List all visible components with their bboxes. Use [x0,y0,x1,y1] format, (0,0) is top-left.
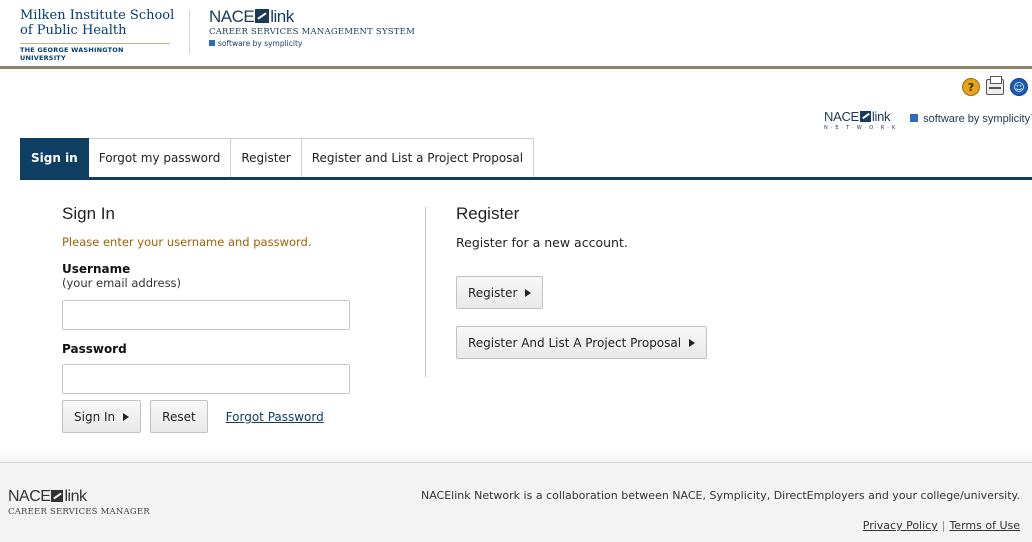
accessibility-icon[interactable]: ☺ [1010,78,1028,96]
tab-underline [20,177,1032,180]
signin-actions: Sign In Reset Forgot Password [62,400,324,433]
username-input[interactable] [62,300,350,330]
site-header: Milken Institute School of Public Health… [0,0,1032,66]
footer-links: Privacy Policy | Terms of Use [863,519,1020,532]
symplicity-byline: software by symplicity™ [910,113,1032,125]
network-subtitle: N·E·T·W·O·R·K [824,125,899,131]
school-name-line1: Milken Institute School [20,8,175,23]
footer-brand: NACE link [8,488,87,505]
register-description: Register for a new account. [456,235,628,250]
username-hint: (your email address) [62,276,182,290]
register-panel: Register Register for a new account. [456,204,856,271]
footer-link-separator: | [941,519,946,532]
nacelink-subtitle: CAREER SERVICES MANAGEMENT SYSTEM [209,27,415,37]
symplicity-square-icon [910,114,919,122]
footer-subtitle: CAREER SERVICES MANAGER [8,507,150,517]
nacelink-mark-icon [255,9,270,23]
footer-mark-icon [51,490,64,502]
signin-instruction: Please enter your username and password. [62,235,312,249]
gwu-school-logo[interactable]: Milken Institute School of Public Health… [20,8,180,62]
signin-panel: Sign In Please enter your username and p… [62,204,362,394]
university-name: THE GEORGE WASHINGTON UNIVERSITY [20,43,170,62]
nacelink-byline: software by symplicity [209,39,415,49]
signin-title: Sign In [62,204,115,223]
help-icon[interactable]: ? [962,78,980,96]
username-label: Username [62,262,131,276]
footer-nacelink-logo: NACE link CAREER SERVICES MANAGER [8,488,150,518]
register-button-label: Register [468,285,518,300]
tab-bar: Sign in Forgot my password Register Regi… [20,138,535,178]
header-rule [0,66,1032,69]
register-button[interactable]: Register [456,276,544,309]
register-list-proposal-button[interactable]: Register And List A Project Proposal [456,326,708,359]
symplicity-square-icon [209,40,215,46]
play-arrow-icon [525,288,532,297]
terms-of-use-link[interactable]: Terms of Use [949,519,1020,532]
password-label: Password [62,342,127,356]
print-icon[interactable] [986,76,1004,95]
nacelink-network-logo: NACE link N·E·T·W·O·R·K software by sympl… [824,110,1032,131]
register-list-proposal-label: Register And List A Project Proposal [468,335,682,350]
site-footer: NACE link CAREER SERVICES MANAGER NACElin… [0,449,1032,542]
play-arrow-icon [689,338,696,347]
utility-toolbar: ? ☺ [962,76,1028,96]
password-input[interactable] [62,364,350,394]
nacelink-logo[interactable]: NACE link CAREER SERVICES MANAGEMENT SYST… [209,7,415,49]
network-mark-icon [859,111,871,122]
school-name-line2: of Public Health [20,23,127,38]
play-arrow-icon [123,412,130,421]
forgot-password-link[interactable]: Forgot Password [226,410,324,424]
nacelink-brand: NACE link [209,7,294,26]
tab-forgot-password[interactable]: Forgot my password [88,138,232,178]
tab-register[interactable]: Register [231,138,302,178]
sign-in-button-label: Sign In [74,409,116,424]
register-title: Register [456,204,520,223]
tab-sign-in[interactable]: Sign in [20,138,89,178]
reset-button[interactable]: Reset [150,400,208,433]
header-divider [189,10,190,54]
privacy-policy-link[interactable]: Privacy Policy [863,519,938,532]
footer-collaboration-text: NACElink Network is a collaboration betw… [420,489,1020,502]
column-divider [425,207,426,377]
sign-in-button[interactable]: Sign In [62,400,142,433]
tab-register-project-proposal[interactable]: Register and List a Project Proposal [301,138,535,178]
network-brand: NACE link [824,109,891,124]
